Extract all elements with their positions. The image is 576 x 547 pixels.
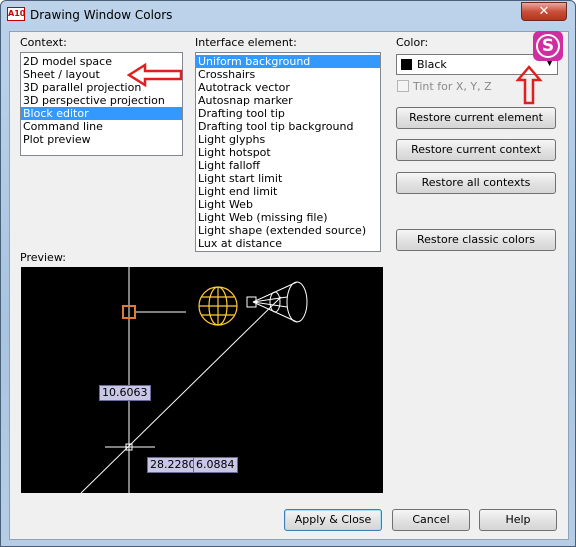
interface-element-list-item[interactable]: Light Web [196,198,380,211]
interface-element-list-item[interactable]: Light start limit [196,172,380,185]
annotation-arrow-up-icon [515,65,543,105]
title-bar[interactable]: A10 Drawing Window Colors ✕ [1,1,575,31]
interface-element-list-item[interactable]: Uniform background [196,55,380,68]
color-value: Black [417,58,447,71]
color-label: Color: [396,36,429,49]
dialog-window: A10 Drawing Window Colors ✕ Context: 2D … [0,0,576,547]
window-title: Drawing Window Colors [30,8,173,22]
dimension-tooltip-x: 28.2280 [147,457,199,473]
light-web-icon [246,281,308,323]
context-list-item[interactable]: Block editor [21,107,182,120]
light-glyph-icon [198,286,238,326]
interface-element-list-item[interactable]: Crosshairs [196,68,380,81]
help-button[interactable]: Help [479,509,557,531]
context-list-item[interactable]: 3D perspective projection [21,94,182,107]
apply-close-button[interactable]: Apply & Close [284,509,382,531]
interface-element-list-item[interactable]: Autotrack vector [196,81,380,94]
restore-classic-colors-button[interactable]: Restore classic colors [396,229,556,251]
close-button[interactable]: ✕ [521,2,567,21]
interface-element-list-item[interactable]: Autosnap marker [196,94,380,107]
dialog-client-area: Context: 2D model space Sheet / layout 3D … [9,31,569,540]
annotation-arrow-left-icon [127,62,183,88]
restore-all-contexts-button[interactable]: Restore all contexts [396,172,556,194]
dimension-tooltip-vertical: 10.6063 [99,385,151,401]
interface-element-list-item[interactable]: Lux at distance [196,237,380,250]
interface-element-list-item[interactable]: Light falloff [196,159,380,172]
context-label: Context: [20,36,67,49]
interface-element-label: Interface element: [195,36,297,49]
cancel-button[interactable]: Cancel [392,509,470,531]
interface-element-listbox[interactable]: Uniform background Crosshairs Autotrack ve… [195,52,381,252]
interface-element-list-item[interactable]: Light Web (missing file) [196,211,380,224]
context-list-item[interactable]: Command line [21,120,182,133]
color-swatch [401,59,412,70]
tint-checkbox[interactable] [397,80,409,92]
interface-element-list-item[interactable]: Drafting tool tip background [196,120,380,133]
tint-checkbox-label: Tint for X, Y, Z [413,80,492,93]
interface-element-list-item[interactable]: Light hotspot [196,146,380,159]
restore-current-context-button[interactable]: Restore current context [396,139,556,161]
context-list-item[interactable]: Plot preview [21,133,182,146]
logo-letter: S [536,34,560,58]
autocad-app-icon: A10 [7,7,25,21]
restore-current-element-button[interactable]: Restore current element [396,107,556,129]
dimension-tooltip-y: 6.0884 [193,457,238,473]
preview-label: Preview: [20,251,66,264]
interface-element-list-item[interactable]: Light end limit [196,185,380,198]
interface-element-list-item[interactable]: Drafting tool tip [196,107,380,120]
interface-element-list-item[interactable]: Light shape (extended source) [196,224,380,237]
interface-element-list-item[interactable]: Light glyphs [196,133,380,146]
watermark-logo: S [533,31,563,61]
preview-pane: 10.6063 28.2280 6.0884 [21,267,383,494]
